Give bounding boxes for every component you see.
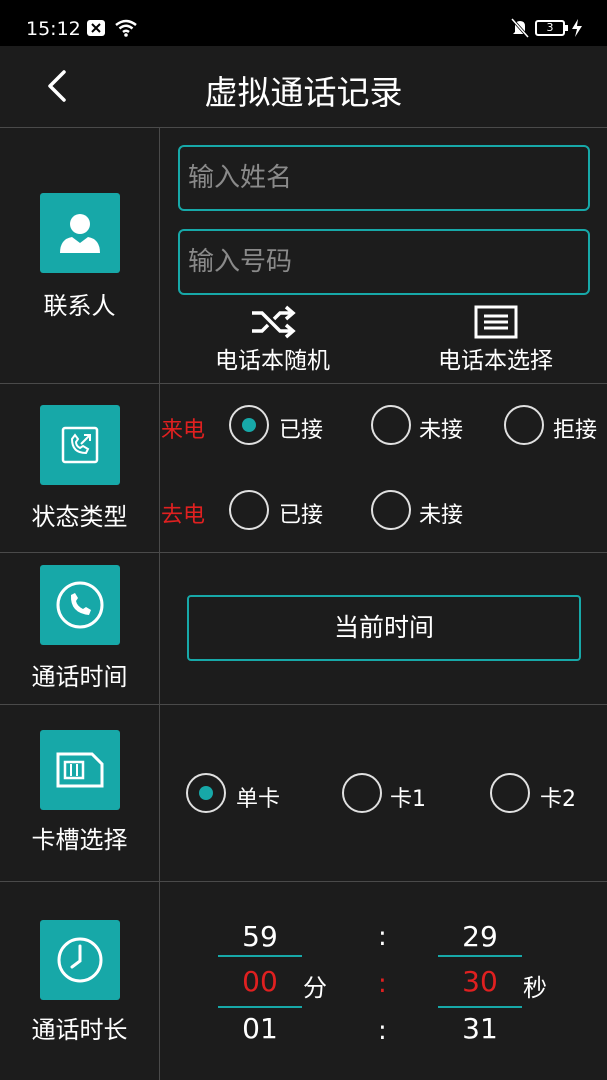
contact-person-icon bbox=[40, 193, 120, 273]
clock-icon bbox=[40, 920, 120, 1000]
outgoing-answered-radio[interactable] bbox=[229, 490, 269, 530]
incoming-missed-label: 未接 bbox=[419, 418, 464, 443]
separator-bottom: : bbox=[378, 1016, 387, 1046]
incoming-rejected-label: 拒接 bbox=[553, 418, 598, 443]
seconds-divider-bottom bbox=[438, 1006, 522, 1008]
sim-single-label: 单卡 bbox=[236, 787, 281, 812]
outgoing-missed-label: 未接 bbox=[419, 503, 464, 528]
incoming-rejected-radio[interactable] bbox=[504, 405, 544, 445]
status-type-category: 状态类型 bbox=[0, 384, 159, 553]
status-time: 15:12 bbox=[26, 18, 81, 40]
charging-icon bbox=[572, 19, 582, 37]
incoming-answered-label: 已接 bbox=[279, 418, 324, 443]
sim-2-label: 卡2 bbox=[540, 787, 576, 812]
phonebook-random-button[interactable]: 电话本随机 bbox=[205, 305, 340, 375]
bell-muted-icon bbox=[511, 18, 529, 38]
call-time-category: 通话时间 bbox=[0, 553, 159, 705]
minutes-next: 01 bbox=[242, 1012, 278, 1045]
minutes-divider-top bbox=[218, 955, 302, 957]
seconds-next: 31 bbox=[462, 1012, 498, 1045]
call-time-label: 通话时间 bbox=[31, 663, 128, 691]
sim-slot-category: 卡槽选择 bbox=[0, 705, 159, 882]
contact-label: 联系人 bbox=[43, 292, 116, 320]
duration-label: 通话时长 bbox=[31, 1016, 128, 1044]
name-input[interactable] bbox=[178, 145, 590, 211]
wifi-icon bbox=[115, 19, 137, 37]
number-input[interactable] bbox=[178, 229, 590, 295]
sim-single-radio[interactable] bbox=[186, 773, 226, 813]
outgoing-label: 去电 bbox=[161, 503, 206, 528]
call-status-icon bbox=[40, 405, 120, 485]
separator-selected: : bbox=[378, 969, 387, 999]
incoming-answered-radio[interactable] bbox=[229, 405, 269, 445]
phonebook-select-button[interactable]: 电话本选择 bbox=[428, 305, 563, 375]
sim-2-radio[interactable] bbox=[490, 773, 530, 813]
sim-1-label: 卡1 bbox=[390, 787, 426, 812]
incoming-missed-radio[interactable] bbox=[371, 405, 411, 445]
sim-1-radio[interactable] bbox=[342, 773, 382, 813]
notification-icon bbox=[87, 20, 105, 36]
incoming-label: 来电 bbox=[161, 418, 206, 443]
phonebook-select-label: 电话本选择 bbox=[438, 348, 553, 374]
seconds-prev: 29 bbox=[462, 920, 498, 953]
separator-top: : bbox=[378, 922, 387, 952]
duration-category: 通话时长 bbox=[0, 882, 159, 1080]
current-time-button[interactable]: 当前时间 bbox=[187, 595, 581, 661]
shuffle-icon bbox=[251, 305, 296, 339]
battery-icon: 3 bbox=[535, 20, 568, 36]
status-type-label: 状态类型 bbox=[31, 503, 128, 531]
contact-category: 联系人 bbox=[0, 128, 159, 384]
status-bar: 15:12 3 bbox=[0, 0, 607, 46]
seconds-divider-top bbox=[438, 955, 522, 957]
seconds-current: 30 bbox=[462, 965, 498, 998]
phone-icon bbox=[40, 565, 120, 645]
minutes-prev: 59 bbox=[242, 920, 278, 953]
app-header: 虚拟通话记录 bbox=[0, 46, 607, 128]
minutes-current: 00 bbox=[242, 965, 278, 998]
page-title: 虚拟通话记录 bbox=[204, 73, 403, 112]
list-icon bbox=[474, 305, 517, 339]
sim-slot-label: 卡槽选择 bbox=[31, 826, 128, 854]
phonebook-random-label: 电话本随机 bbox=[215, 348, 330, 374]
minutes-unit: 分 bbox=[303, 974, 327, 1002]
outgoing-answered-label: 已接 bbox=[279, 503, 324, 528]
sim-card-icon bbox=[40, 730, 120, 810]
seconds-unit: 秒 bbox=[523, 974, 547, 1002]
outgoing-missed-radio[interactable] bbox=[371, 490, 411, 530]
minutes-divider-bottom bbox=[218, 1006, 302, 1008]
